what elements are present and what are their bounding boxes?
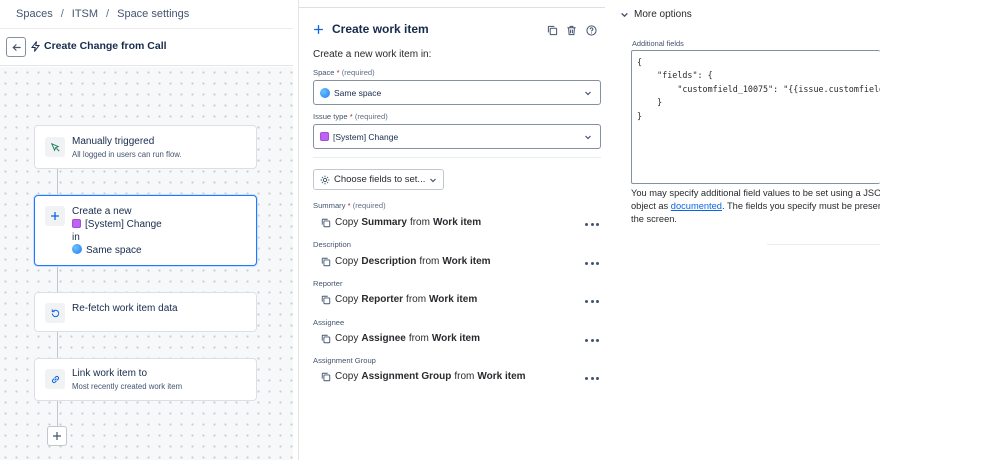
breadcrumb-space-settings[interactable]: Space settings [117,8,189,20]
node-space: Same space [72,244,142,256]
rule-header: Create Change from Call [0,29,293,66]
space-icon [72,244,82,254]
node-title: Link work item to [72,368,148,379]
additional-fields-help: You may specify additional field values … [631,188,880,224]
space-label: Space * (required) [313,68,375,77]
refresh-icon [45,303,65,323]
issue-type-select[interactable]: [System] Change [313,124,601,149]
link-icon [45,369,65,389]
more-options-panel: More options Additional fields { "fields… [610,0,999,460]
more-button[interactable] [585,335,599,345]
copy-icon [321,372,331,381]
divider [299,7,605,8]
more-button[interactable] [585,258,599,268]
chevron-down-icon [585,91,591,96]
node-subtitle: Most recently created work item [72,382,183,391]
documented-link[interactable]: documented [671,201,722,211]
field-value-assignee[interactable]: Copy Assignee from Work item [321,333,483,344]
more-button[interactable] [585,219,599,229]
copy-icon [321,218,331,227]
create-in-text: Create a new work item in: [313,49,432,60]
node-title: Create a new [72,206,132,217]
field-value-assignment-group[interactable]: Copy Assignment Group from Work item [321,371,529,382]
panel-header: Create work item [313,22,429,36]
issue-type-icon [320,132,329,141]
flow-node-trigger[interactable]: Manually triggered All logged in users c… [34,125,257,169]
back-arrow-icon [11,43,21,51]
field-label-assignee: Assignee [313,318,345,327]
back-button[interactable] [6,37,26,57]
flow-connector [57,266,58,292]
flow-node-link[interactable]: Link work item to Most recently created … [34,358,257,401]
field-label-description: Description [313,240,351,249]
more-button[interactable] [585,296,599,306]
choose-fields-label: Choose fields to set... [334,174,426,185]
help-button[interactable] [584,23,598,37]
chevron-down-icon [621,12,628,18]
divider [313,157,601,158]
trigger-icon [45,137,65,157]
additional-fields-json: { "fields": { "customfield_10075": "{{is… [637,57,880,121]
gear-icon [320,175,330,184]
duplicate-icon [547,25,557,35]
trash-icon [566,25,576,35]
chevron-down-icon [585,135,591,140]
plus-icon [314,24,323,34]
chevron-down-icon [430,178,437,182]
flow-connector [57,169,58,197]
breadcrumb-separator: / [106,8,110,20]
delete-button[interactable] [564,23,578,37]
plus-icon [45,206,65,226]
lightning-icon [31,40,40,52]
node-subtitle: All logged in users can run flow. [72,150,182,159]
flow-canvas: Manually triggered All logged in users c… [0,67,293,460]
duplicate-button[interactable] [545,23,559,37]
field-value-summary[interactable]: Copy Summary from Work item [321,217,484,228]
rule-canvas-area: Spaces / ITSM / Space settings Create Ch… [0,0,293,460]
rule-title: Create Change from Call [31,40,167,52]
space-icon [320,87,330,98]
field-label-assignment-group: Assignment Group [313,356,376,365]
field-value-description[interactable]: Copy Description from Work item [321,256,494,267]
issue-type-label: Issue type * (required) [313,112,388,121]
node-title: Re-fetch work item data [72,303,178,314]
copy-icon [321,257,331,266]
field-value-reporter[interactable]: Copy Reporter from Work item [321,294,480,305]
flow-node-create-work-item[interactable]: Create a new [System] Change in Same spa… [34,195,257,266]
breadcrumb: Spaces / ITSM / Space settings [0,0,293,29]
node-title: Manually triggered [72,136,155,147]
rule-title-text: Create Change from Call [44,40,167,52]
space-select-value: Same space [334,87,382,98]
additional-fields-textarea[interactable]: { "fields": { "customfield_10075": "{{is… [631,50,880,184]
flow-connector [57,332,58,358]
issue-type-select-value: [System] Change [333,131,399,142]
more-button[interactable] [585,373,599,383]
config-panel: Create work item Create a new work item … [298,0,605,460]
space-select[interactable]: Same space [313,80,601,105]
help-icon [585,24,597,36]
copy-icon [321,334,331,343]
panel-title: Create work item [332,22,429,36]
issue-type-icon [72,219,81,228]
flow-connector [57,401,58,427]
divider [767,244,880,245]
flow-node-refetch[interactable]: Re-fetch work item data [34,292,257,332]
breadcrumb-spaces[interactable]: Spaces [16,8,53,20]
field-label-reporter: Reporter [313,279,343,288]
more-options-label: More options [634,9,692,20]
copy-icon [321,295,331,304]
plus-icon [53,432,61,440]
node-in-label: in [72,232,80,243]
breadcrumb-separator: / [60,8,64,20]
additional-fields-label: Additional fields [632,39,684,48]
more-options-toggle[interactable]: More options [620,9,692,20]
add-component-button[interactable] [47,426,67,446]
breadcrumb-itsm[interactable]: ITSM [72,8,98,20]
field-label-summary: Summary * (required) [313,201,386,210]
node-issue-type: [System] Change [72,219,162,230]
choose-fields-button[interactable]: Choose fields to set... [313,169,444,190]
